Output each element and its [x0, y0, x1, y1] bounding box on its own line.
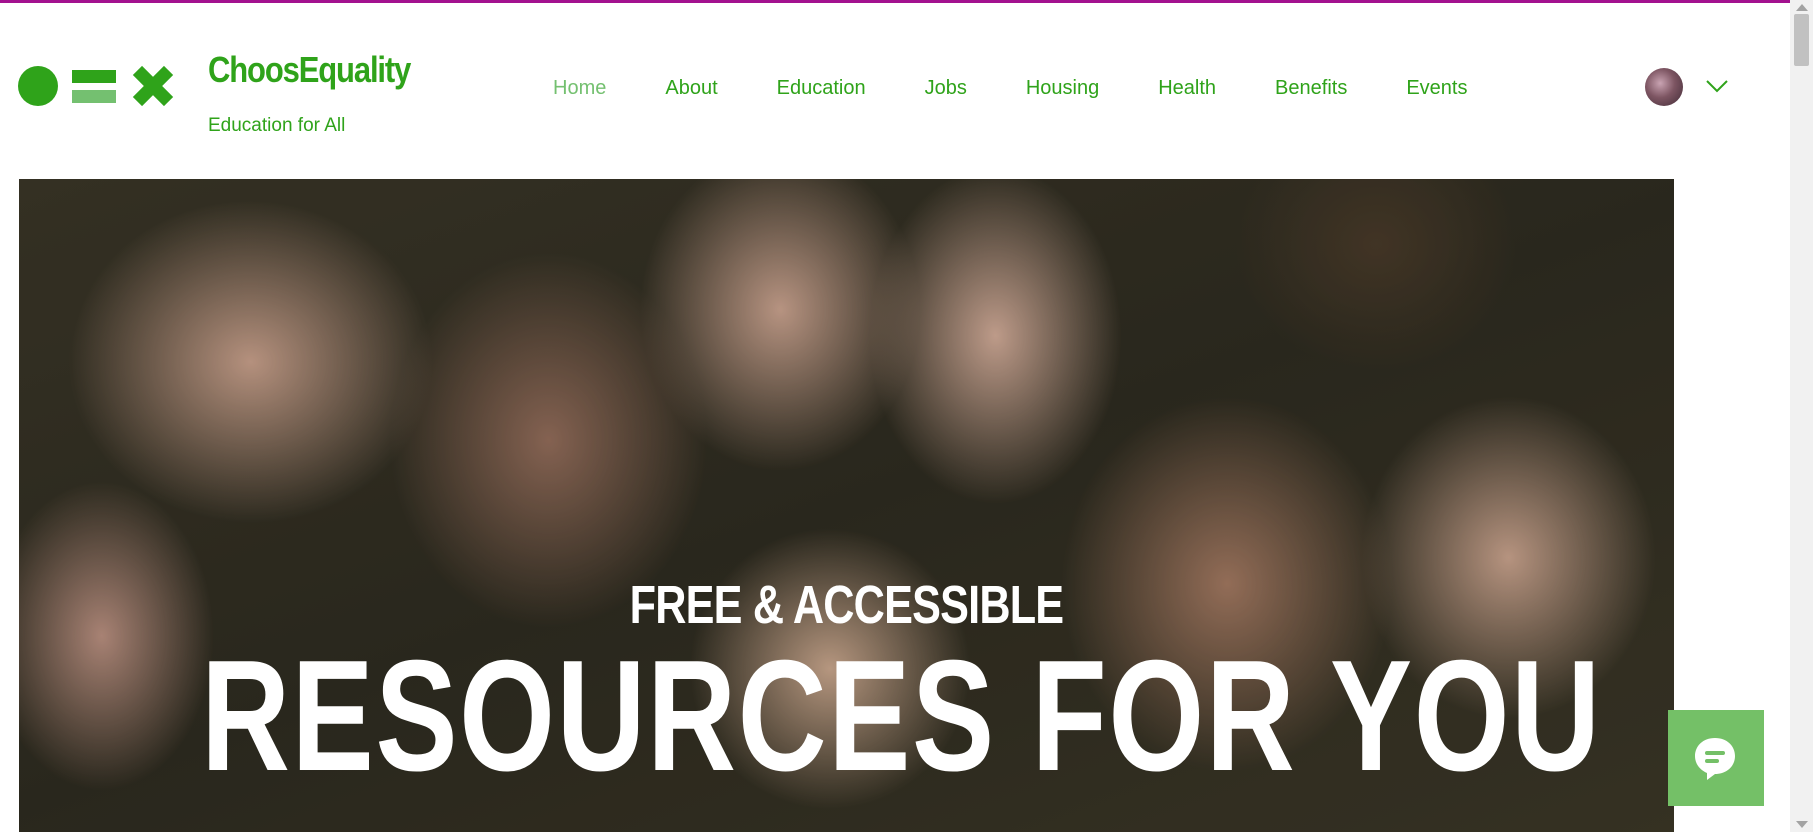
site-header: ChoosEquality Education for All Home Abo… [0, 3, 1790, 176]
scroll-down-arrow-icon[interactable] [1796, 821, 1808, 828]
nav-item-home[interactable]: Home [553, 73, 606, 105]
scroll-up-arrow-icon[interactable] [1796, 4, 1808, 11]
main-navigation: Home About Education Jobs Housing Health… [553, 73, 1526, 105]
chat-button[interactable] [1668, 710, 1764, 806]
site-title[interactable]: ChoosEquality [208, 49, 411, 91]
nav-item-benefits[interactable]: Benefits [1275, 73, 1347, 105]
nav-item-events[interactable]: Events [1406, 73, 1467, 105]
nav-item-about[interactable]: About [665, 73, 717, 105]
nav-item-health[interactable]: Health [1158, 73, 1216, 105]
scrollbar-thumb[interactable] [1794, 14, 1809, 66]
site-tagline: Education for All [208, 115, 346, 136]
user-avatar[interactable] [1645, 68, 1683, 106]
page-scrollbar[interactable] [1790, 0, 1813, 832]
nav-item-housing[interactable]: Housing [1026, 73, 1099, 105]
nav-item-jobs[interactable]: Jobs [925, 73, 967, 105]
nav-item-education[interactable]: Education [777, 73, 866, 105]
chat-bubble-icon [1695, 738, 1735, 780]
chevron-down-icon[interactable] [1705, 77, 1729, 95]
hero-banner: FREE & ACCESSIBLE RESOURCES FOR YOU [19, 179, 1674, 832]
hero-heading: RESOURCES FOR YOU [201, 628, 1602, 804]
logo-icon[interactable] [18, 65, 174, 107]
hero-subheading: FREE & ACCESSIBLE [629, 575, 1064, 635]
